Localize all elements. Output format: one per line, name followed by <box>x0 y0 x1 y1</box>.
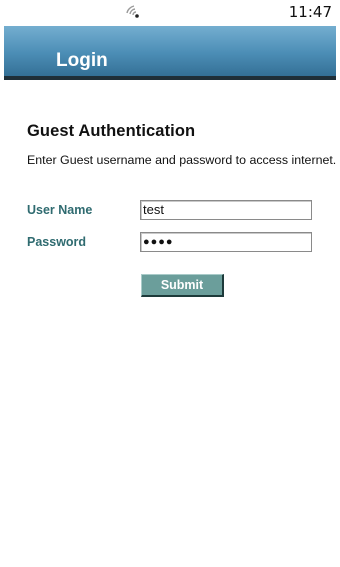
username-row: User Name test <box>27 200 317 222</box>
username-input[interactable]: test <box>140 200 312 220</box>
username-label: User Name <box>27 203 93 217</box>
password-row: Password ●●●● <box>27 232 317 254</box>
section-description: Enter Guest username and password to acc… <box>27 153 337 167</box>
page-title: Login <box>56 50 108 71</box>
clock: 11:47 <box>288 3 332 21</box>
status-bar: 11:47 <box>0 0 340 26</box>
password-input[interactable]: ●●●● <box>140 232 312 252</box>
section-title: Guest Authentication <box>27 122 196 140</box>
submit-button[interactable]: Submit <box>141 274 224 297</box>
header-bar: Login <box>4 26 336 80</box>
password-label: Password <box>27 235 87 249</box>
wifi-signal-icon <box>126 5 139 18</box>
auth-section: Guest Authentication Enter Guest usernam… <box>27 122 337 167</box>
